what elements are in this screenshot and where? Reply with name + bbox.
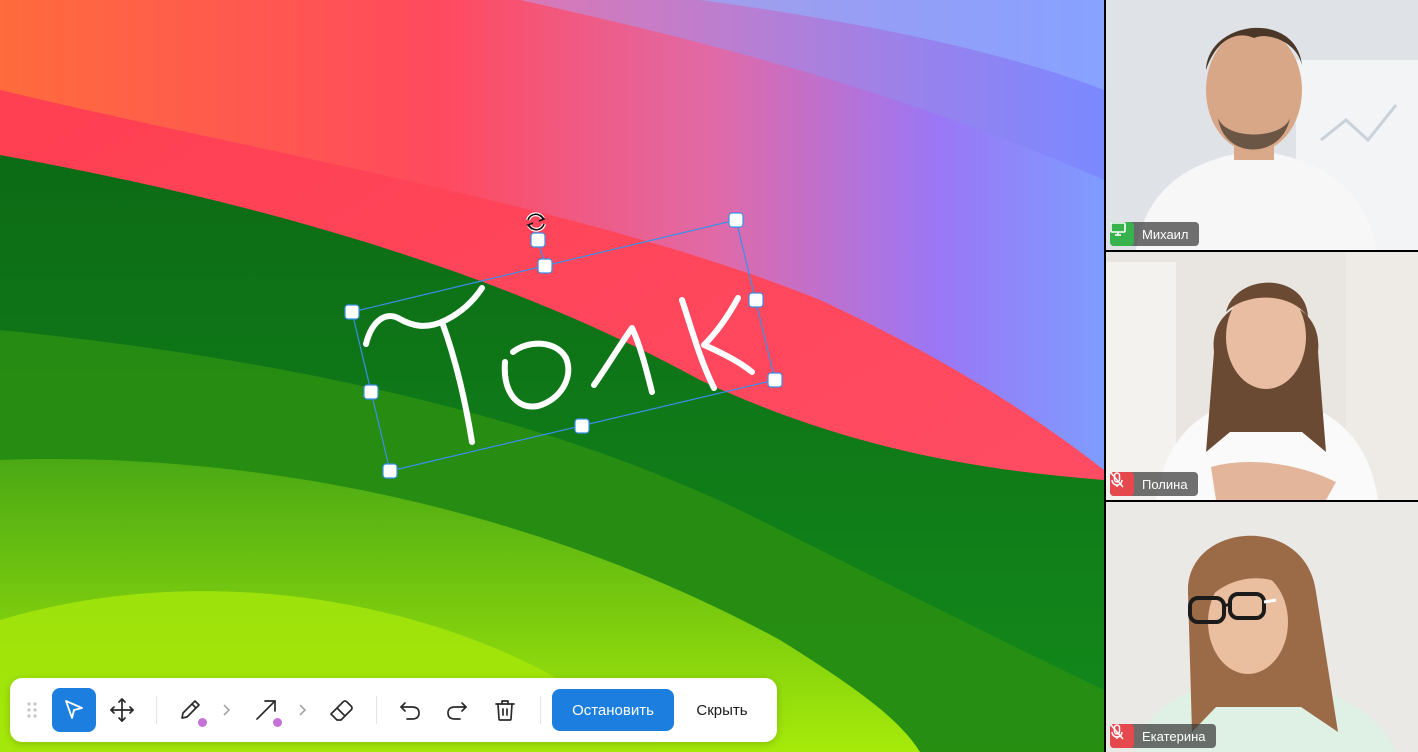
cursor-tool-button[interactable]: [52, 688, 96, 732]
arrow-color-dot: [273, 718, 282, 727]
pen-tool-button[interactable]: [168, 688, 212, 732]
selection-box[interactable]: [344, 212, 783, 479]
drawing-layer[interactable]: [0, 0, 1104, 752]
rotate-icon[interactable]: [525, 211, 547, 233]
stop-drawing-button[interactable]: Остановить: [552, 689, 674, 731]
shared-screen-canvas[interactable]: [0, 0, 1104, 752]
participant-name-tag: Михаил: [1110, 222, 1199, 246]
move-icon: [110, 698, 134, 722]
monitor-icon: [1110, 222, 1134, 246]
hide-toolbar-button[interactable]: Скрыть: [682, 689, 762, 731]
participant-tile[interactable]: Полина: [1106, 252, 1418, 500]
mic-off-icon: [1110, 472, 1134, 496]
eraser-tool-button[interactable]: [320, 688, 364, 732]
participant-name: Екатерина: [1142, 728, 1206, 744]
participants-panel: Михаил Полина Екатерина: [1104, 0, 1418, 752]
toolbar-divider: [156, 696, 157, 724]
resize-handle[interactable]: [728, 212, 744, 228]
participant-name-tag: Полина: [1110, 472, 1198, 496]
mic-off-icon: [1110, 724, 1134, 748]
video-feed: [1106, 252, 1418, 500]
participant-name-tag: Екатерина: [1110, 724, 1216, 748]
redo-icon: [447, 702, 467, 720]
participant-name: Михаил: [1142, 226, 1189, 242]
resize-handle[interactable]: [767, 372, 783, 388]
participant-name: Полина: [1142, 476, 1188, 492]
redo-button[interactable]: [435, 688, 479, 732]
resize-handle[interactable]: [574, 418, 590, 434]
undo-button[interactable]: [388, 688, 432, 732]
resize-handle[interactable]: [382, 463, 398, 479]
pen-options-chevron[interactable]: [219, 688, 233, 732]
video-feed: [1106, 0, 1418, 250]
clear-all-button[interactable]: [483, 688, 527, 732]
resize-handle[interactable]: [537, 258, 553, 274]
arrow-tool-button[interactable]: [244, 688, 288, 732]
participant-tile[interactable]: Михаил: [1106, 0, 1418, 250]
trash-icon: [495, 700, 515, 721]
pen-color-dot: [198, 718, 207, 727]
toolbar-divider: [376, 696, 377, 724]
arrow-options-chevron[interactable]: [295, 688, 309, 732]
resize-handle[interactable]: [363, 384, 379, 400]
handwritten-text[interactable]: [363, 285, 755, 445]
participant-tile[interactable]: Екатерина: [1106, 502, 1418, 752]
drag-handle-icon[interactable]: [24, 688, 40, 732]
rotate-handle[interactable]: [530, 232, 546, 248]
cursor-icon: [65, 700, 83, 719]
toolbar-divider: [540, 696, 541, 724]
chevron-right-icon: [223, 704, 230, 716]
drawing-toolbar: Остановить Скрыть: [10, 678, 777, 742]
resize-handle[interactable]: [748, 292, 764, 308]
move-tool-button[interactable]: [100, 688, 144, 732]
eraser-icon: [330, 700, 353, 721]
undo-icon: [400, 702, 420, 720]
video-feed: [1106, 502, 1418, 752]
resize-handle[interactable]: [344, 304, 360, 320]
chevron-right-icon: [299, 704, 306, 716]
